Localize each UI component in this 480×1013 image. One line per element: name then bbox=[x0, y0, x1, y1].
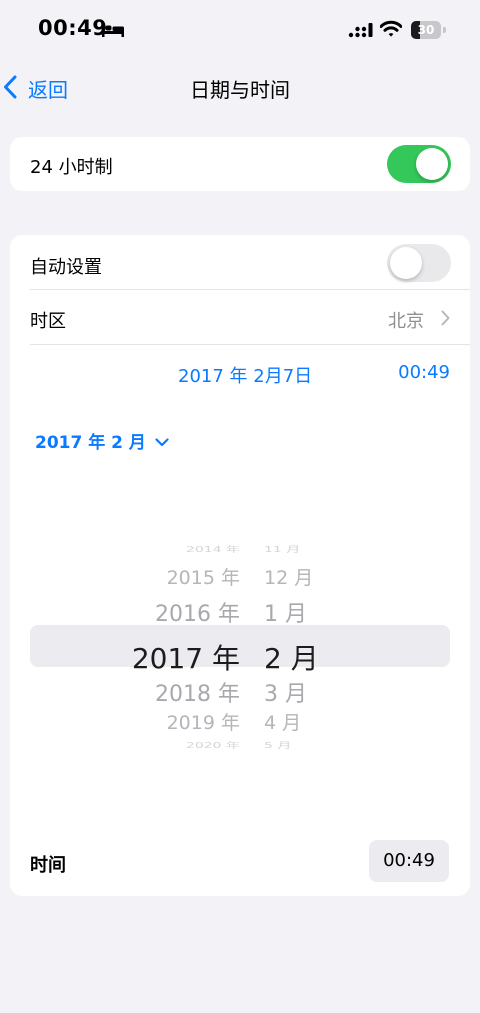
timezone-row[interactable]: 时区 北京 bbox=[10, 290, 470, 344]
picker-row[interactable]: 2015 年 12 月 bbox=[10, 563, 470, 589]
year-month-picker[interactable]: 2014 年 11 月 2015 年 12 月 2016 年1 月 2017 年2 月 20… bbox=[10, 525, 470, 765]
battery-icon: 30 bbox=[411, 21, 441, 39]
picker-row[interactable]: 2016 年 1 月 bbox=[10, 596, 470, 627]
picker-row[interactable]: 2020 年 5 月 bbox=[10, 740, 470, 751]
picker-year: 2016 年 bbox=[155, 602, 240, 627]
picker-month: 12 月 bbox=[264, 567, 314, 589]
time-value-button[interactable]: 00:49 bbox=[398, 362, 450, 383]
bed-icon bbox=[102, 22, 124, 41]
cellular-signal-icon bbox=[348, 22, 374, 42]
picker-year: 2015 年 bbox=[166, 567, 240, 589]
clock-format-card: 24 小时制 bbox=[10, 137, 470, 191]
date-time-card: 自动设置 时区 北京 2017 年 2月7日 00:49 2017 年 2 月 … bbox=[10, 235, 470, 896]
picker-year: 2020 年 bbox=[185, 741, 240, 750]
picker-year: 2019 年 bbox=[166, 712, 240, 734]
clock-24h-label: 24 小时制 bbox=[30, 157, 113, 178]
picker-year: 2014 年 bbox=[185, 545, 240, 554]
time-label: 时间 bbox=[30, 855, 66, 876]
clock-24h-toggle[interactable] bbox=[387, 145, 451, 183]
toggle-knob bbox=[416, 148, 448, 180]
picker-month: 3 月 bbox=[264, 682, 307, 707]
divider bbox=[30, 344, 470, 345]
picker-month: 4 月 bbox=[264, 712, 302, 734]
chevron-down-icon bbox=[155, 432, 169, 451]
chevron-right-icon bbox=[441, 310, 450, 330]
timezone-value: 北京 bbox=[388, 311, 424, 332]
picker-year: 2017 年 bbox=[131, 642, 240, 675]
date-value-button[interactable]: 2017 年 2月7日 bbox=[178, 362, 312, 388]
picker-row[interactable]: 2018 年 3 月 bbox=[10, 676, 470, 707]
month-year-label: 2017 年 2 月 bbox=[35, 433, 146, 453]
toggle-knob bbox=[390, 247, 422, 279]
auto-set-toggle[interactable] bbox=[387, 244, 451, 282]
picker-month: 5 月 bbox=[264, 741, 292, 750]
picker-month: 2 月 bbox=[264, 642, 319, 675]
status-bar: 00:49 30 bbox=[0, 0, 480, 62]
picker-row[interactable]: 2019 年 4 月 bbox=[10, 708, 470, 734]
wifi-icon bbox=[379, 20, 403, 42]
picker-month: 1 月 bbox=[264, 602, 307, 627]
picker-row[interactable]: 2014 年 11 月 bbox=[10, 544, 470, 555]
picker-month: 11 月 bbox=[264, 545, 301, 554]
page-title: 日期与时间 bbox=[190, 78, 290, 102]
battery-level: 30 bbox=[417, 23, 435, 37]
status-time: 00:49 bbox=[38, 16, 108, 40]
battery-cap bbox=[443, 27, 446, 33]
picker-year: 2018 年 bbox=[155, 682, 240, 707]
timezone-label: 时区 bbox=[30, 311, 66, 332]
month-year-selector[interactable]: 2017 年 2 月 bbox=[35, 428, 169, 454]
navigation-bar: 返回 日期与时间 bbox=[0, 62, 480, 114]
picker-row-selected[interactable]: 2017 年 2 月 bbox=[10, 637, 470, 675]
auto-set-label: 自动设置 bbox=[30, 257, 102, 278]
time-picker-button[interactable]: 00:49 bbox=[369, 840, 449, 882]
